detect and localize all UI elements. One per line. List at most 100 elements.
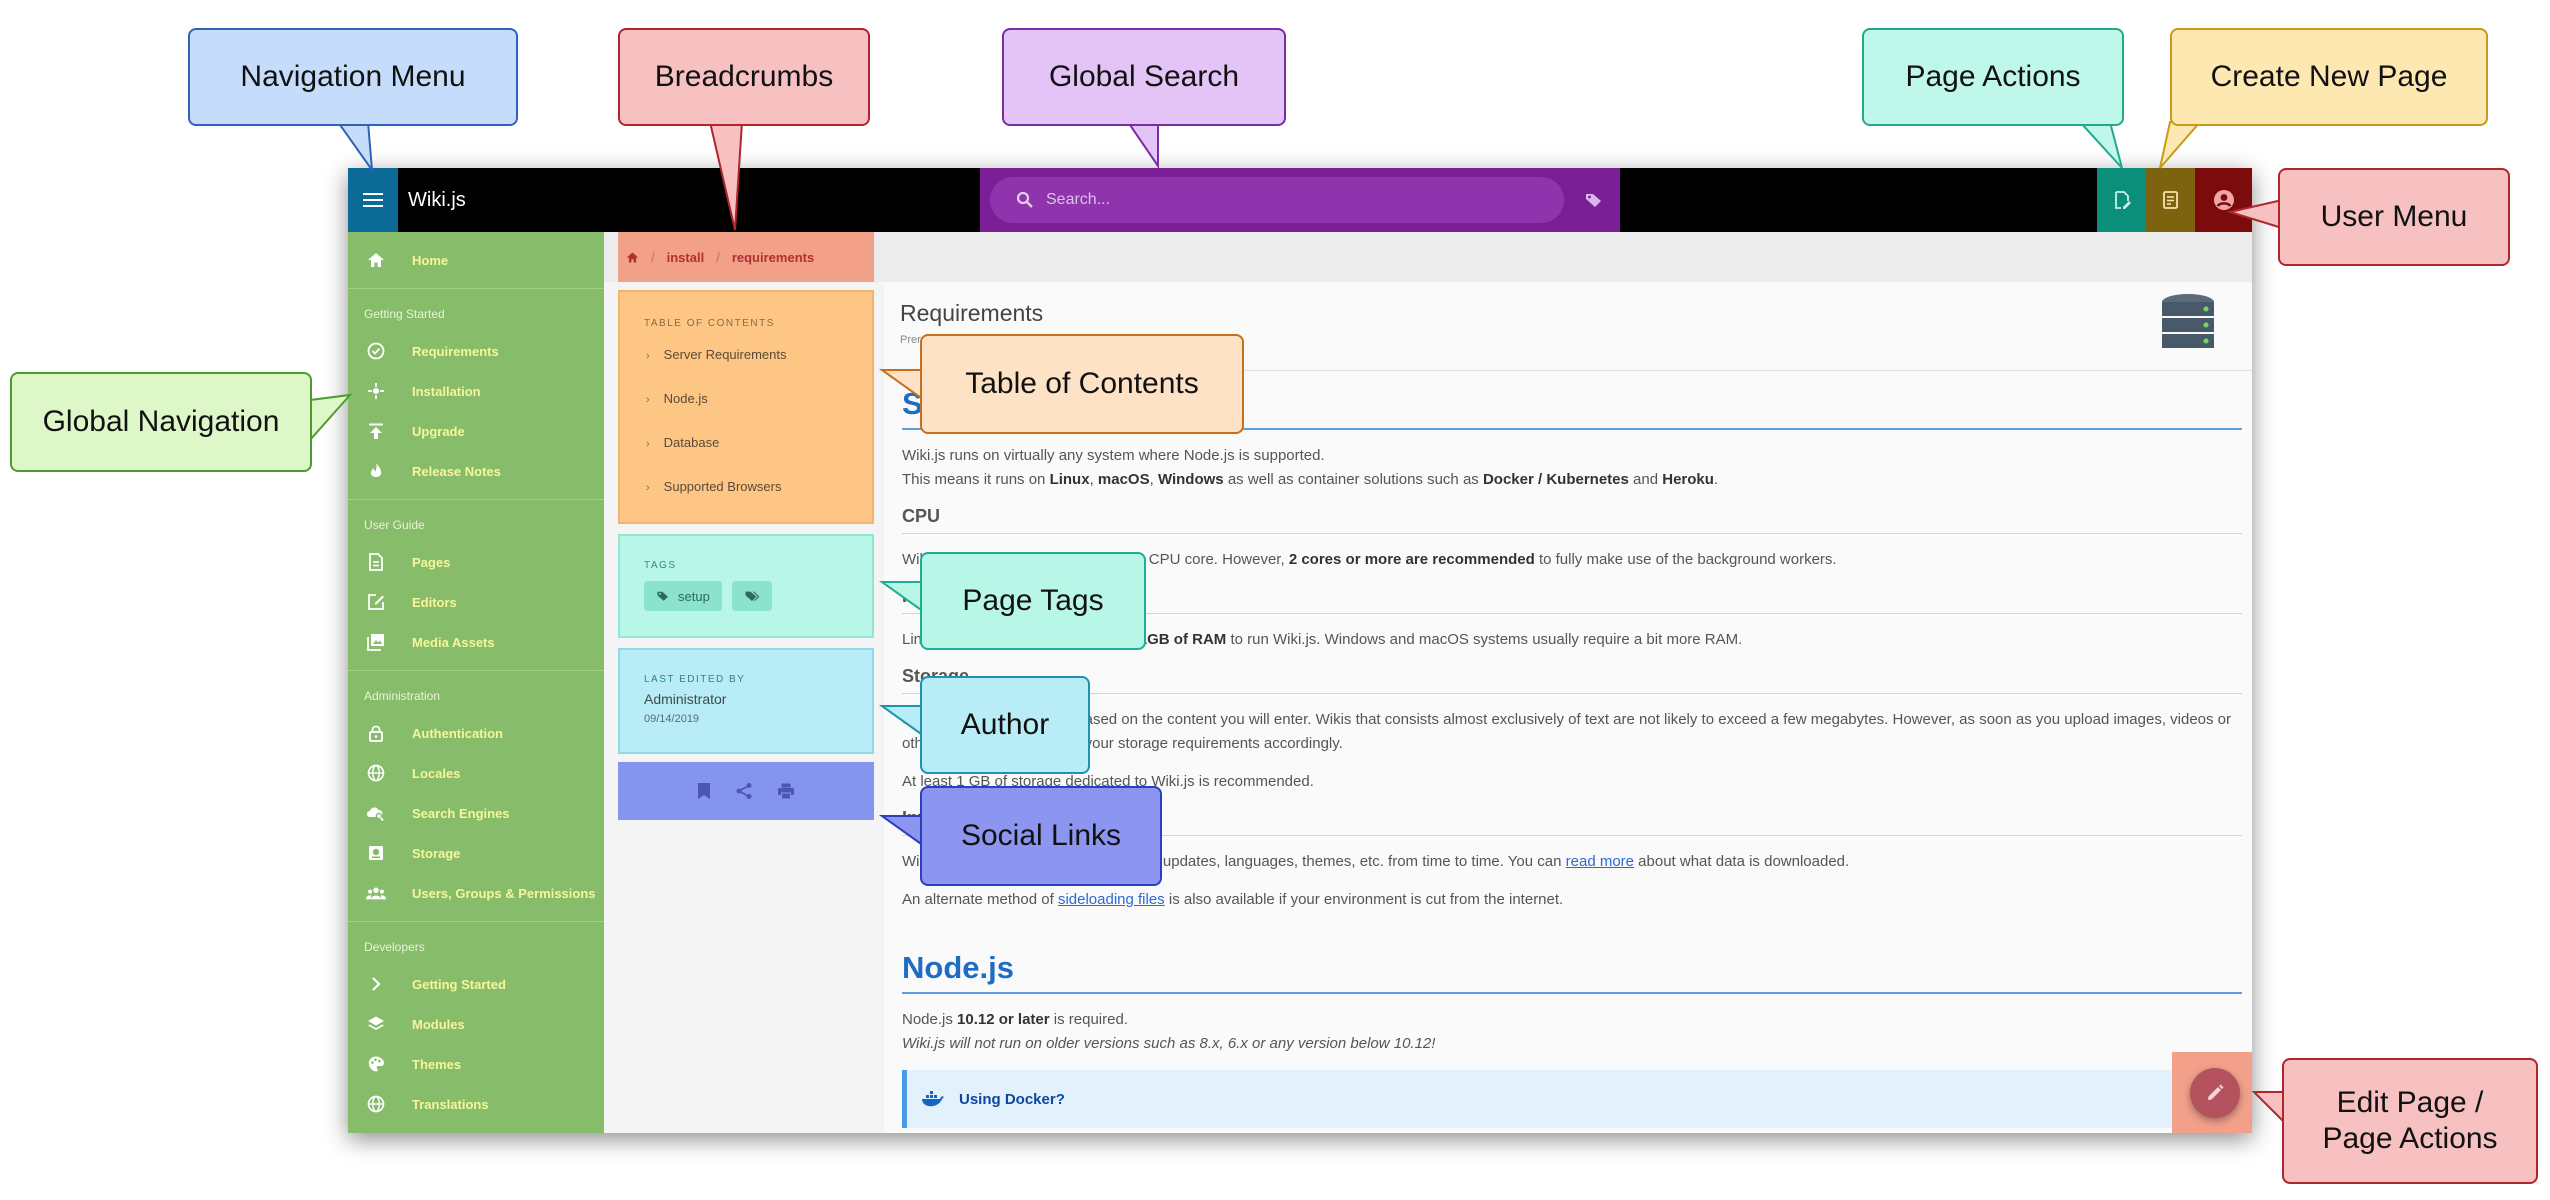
- paragraph: An alternate method of sideloading files…: [902, 891, 1564, 908]
- sidebar-item-dev-getting-started[interactable]: Getting Started: [348, 964, 604, 1004]
- docker-whale-icon: [922, 1091, 944, 1107]
- page-actions-button[interactable]: [2097, 168, 2146, 232]
- sidebar-item-storage[interactable]: Storage: [348, 833, 604, 873]
- heading-server-requirements: Server Requirements: [902, 386, 2242, 430]
- sidebar-item-installation[interactable]: Installation: [348, 371, 604, 411]
- sidebar-item-editors[interactable]: Editors: [348, 582, 604, 622]
- user-menu-button[interactable]: [2195, 168, 2252, 232]
- brand-title[interactable]: Wiki.js: [408, 168, 466, 232]
- chevron-right-icon: ›: [646, 438, 650, 450]
- sidebar-section-header: Developers: [364, 940, 425, 954]
- sidebar-item-label: Locales: [412, 765, 461, 781]
- fire-icon: [366, 461, 386, 481]
- toc-item[interactable]: › Supported Browsers: [646, 465, 872, 509]
- callout-create-new-page: Create New Page: [2170, 28, 2488, 126]
- toc-item[interactable]: › Database: [646, 421, 872, 465]
- tags-title: TAGS: [644, 560, 677, 571]
- create-new-page-button[interactable]: [2146, 168, 2195, 232]
- page-content: Requirements Prerequisites to install Wi…: [884, 282, 2252, 1133]
- server-icon: [2162, 294, 2214, 348]
- docker-callout: Using Docker?: [902, 1070, 2242, 1128]
- chevron-right-icon: [366, 974, 386, 994]
- file-icon: [366, 552, 386, 572]
- sidebar-item-translations[interactable]: Translations: [348, 1084, 604, 1124]
- cloud-search-icon: [366, 803, 386, 823]
- paragraph: Wiki.js will automatically check for new…: [902, 853, 1850, 870]
- social-links: [618, 762, 874, 820]
- toc-item[interactable]: › Node.js: [646, 377, 872, 421]
- table-of-contents: TABLE OF CONTENTS › Server Requirements ›…: [618, 290, 874, 524]
- page-title: Requirements: [900, 300, 1044, 326]
- chevron-right-icon: ›: [646, 350, 650, 362]
- sidebar-item-label: Modules: [412, 1016, 465, 1032]
- heading-ram: RAM: [902, 586, 2242, 614]
- sidebar-divider: [348, 921, 604, 922]
- read-more-link[interactable]: read more: [1566, 853, 1634, 870]
- paragraph: At least 1 GB of storage dedicated to Wi…: [902, 773, 1314, 790]
- bookmark-icon[interactable]: [697, 782, 711, 800]
- wiki-window: Wiki.js Home Getting Started: [348, 168, 2252, 1133]
- callout-title: Using Docker?: [959, 1090, 1065, 1108]
- edit-box-icon: [366, 592, 386, 612]
- sidebar-section-header: Administration: [364, 689, 441, 703]
- tag-chip-setup[interactable]: setup: [644, 581, 722, 611]
- callout-global-navigation: Global Navigation: [10, 372, 312, 472]
- page-side-column: TABLE OF CONTENTS › Server Requirements ›…: [604, 282, 884, 1133]
- sidebar-item-modules[interactable]: Modules: [348, 1004, 604, 1044]
- sidebar-item-label: Storage: [412, 845, 461, 861]
- sidebar-item-label: Translations: [412, 1096, 489, 1112]
- globe-icon: [366, 763, 386, 783]
- breadcrumb-item-install[interactable]: install: [667, 250, 705, 265]
- sidebar-item-label: Media Assets: [412, 634, 495, 650]
- callout-user-menu: User Menu: [2278, 168, 2510, 266]
- sidebar-item-locales[interactable]: Locales: [348, 753, 604, 793]
- edit-page-zone: [2172, 1052, 2252, 1133]
- sidebar-item-release-notes[interactable]: Release Notes: [348, 451, 604, 491]
- navigation-menu-button[interactable]: [348, 168, 398, 232]
- check-circle-icon: [366, 341, 386, 361]
- sidebar-item-authentication[interactable]: Authentication: [348, 713, 604, 753]
- sidebar-item-users-groups-permissions[interactable]: Users, Groups & Permissions: [348, 873, 604, 913]
- paragraph: This means it runs on Linux, macOS, Wind…: [902, 471, 1719, 488]
- sidebar-item-themes[interactable]: Themes: [348, 1044, 604, 1084]
- heading-internet-access: Internet Access: [902, 808, 2242, 836]
- heading-storage: Storage: [902, 666, 2242, 694]
- author-panel: LAST EDITED BY Administrator 09/14/2019: [618, 648, 874, 754]
- browse-tags-button[interactable]: [1578, 184, 1610, 216]
- user-circle-icon: [2213, 190, 2234, 210]
- sidebar-item-pages[interactable]: Pages: [348, 542, 604, 582]
- search-input[interactable]: [1044, 190, 1528, 210]
- sidebar-item-upgrade[interactable]: Upgrade: [348, 411, 604, 451]
- sidebar-divider: [348, 499, 604, 500]
- sidebar-section-header: Getting Started: [364, 307, 445, 321]
- lock-icon: [366, 723, 386, 743]
- page-subtitle: Prerequisites to install Wiki.js: [900, 334, 1043, 346]
- print-icon[interactable]: [777, 782, 795, 800]
- edit-page-button[interactable]: [2190, 1068, 2240, 1118]
- share-icon[interactable]: [735, 782, 753, 800]
- sidebar-item-media-assets[interactable]: Media Assets: [348, 622, 604, 662]
- sidebar-item-home[interactable]: Home: [348, 240, 604, 280]
- breadcrumb-separator: /: [716, 249, 720, 265]
- home-icon[interactable]: [626, 251, 639, 264]
- global-search: [980, 168, 1620, 232]
- paragraph: Wiki.js will not run on older versions s…: [902, 1035, 1436, 1052]
- search-box[interactable]: [990, 177, 1564, 223]
- breadcrumb-item-requirements[interactable]: requirements: [732, 250, 814, 265]
- paragraph: Linux systems should have at least 1GB o…: [902, 631, 1743, 648]
- paragraph: Storage requirements are based on the co…: [902, 711, 2232, 752]
- sideloading-files-link[interactable]: sideloading files: [1058, 891, 1165, 908]
- chevron-right-icon: ›: [646, 394, 650, 406]
- browse-tags-chip[interactable]: [732, 581, 773, 611]
- breadcrumb: / install / requirements: [618, 232, 874, 282]
- sidebar-item-label: Getting Started: [412, 976, 506, 992]
- paragraph: Node.js 10.12 or later is required.: [902, 1011, 1128, 1028]
- sidebar-item-label: Pages: [412, 554, 451, 570]
- sidebar-item-requirements[interactable]: Requirements: [348, 331, 604, 371]
- toc-item[interactable]: › Server Requirements: [646, 333, 872, 377]
- sidebar-divider: [348, 670, 604, 671]
- storage-icon: [366, 843, 386, 863]
- sidebar-item-label: Users, Groups & Permissions: [412, 885, 596, 901]
- sidebar-item-search-engines[interactable]: Search Engines: [348, 793, 604, 833]
- sidebar-item-label: Authentication: [412, 725, 503, 741]
